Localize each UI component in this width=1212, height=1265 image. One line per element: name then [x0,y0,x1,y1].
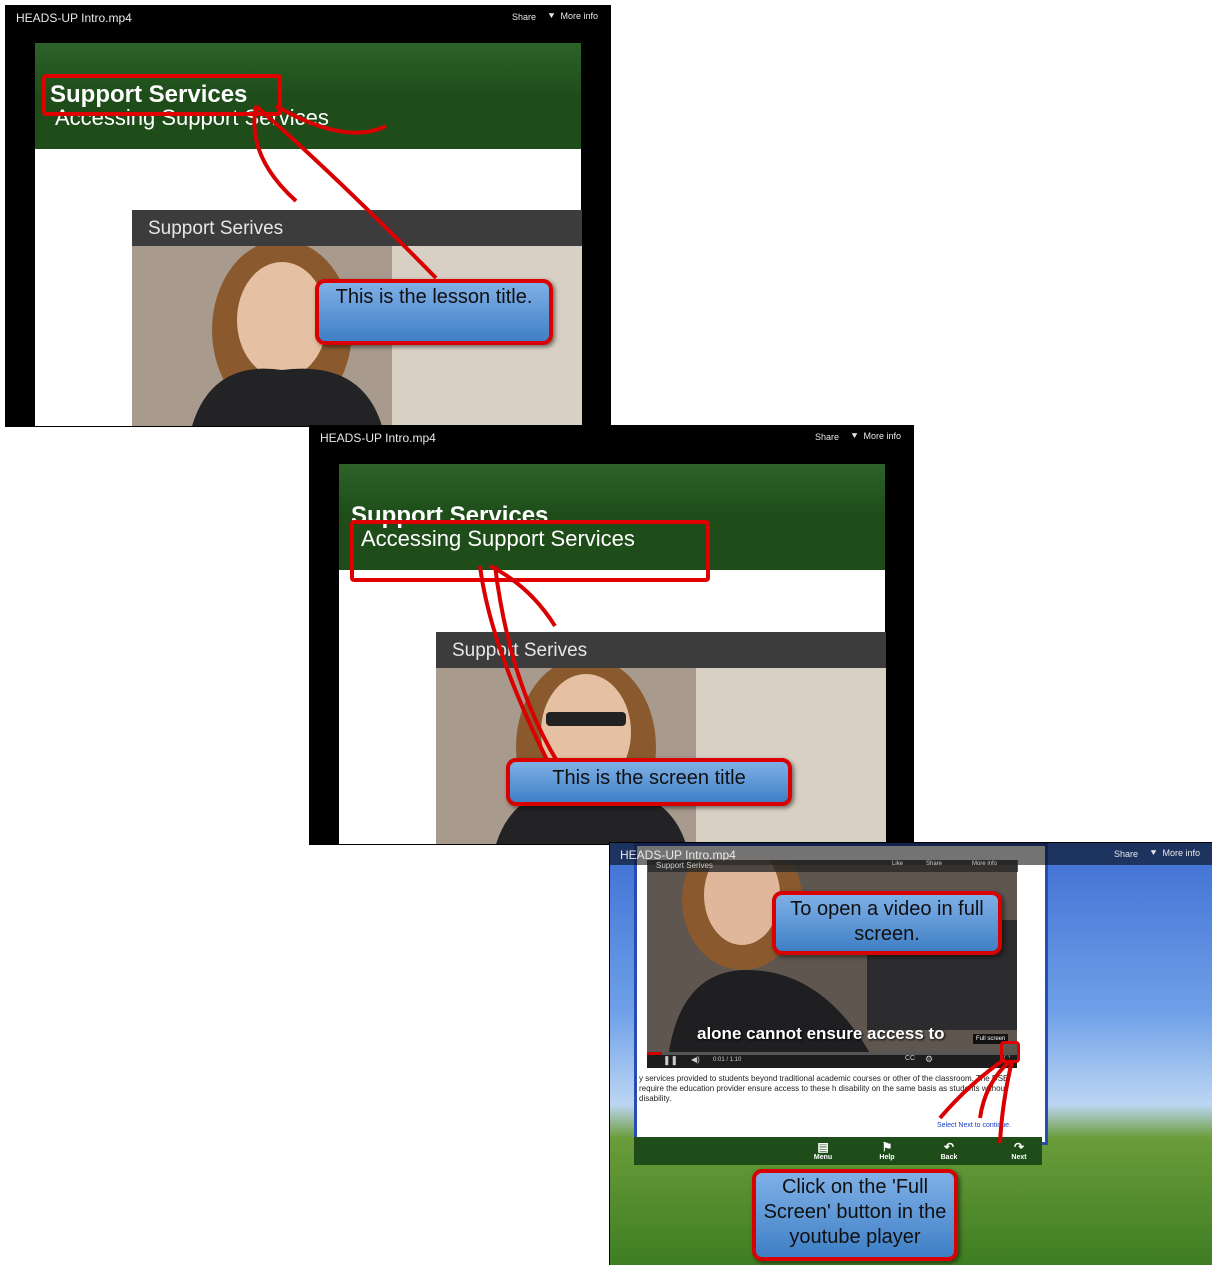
video-title-bar: Support Serives [436,632,886,668]
course-body-text: y services provided to students beyond t… [639,1074,1009,1103]
screenshot-screen-title: HEADS-UP Intro.mp4 Share ⯆ More info Supp… [310,426,913,844]
share-button[interactable]: Share [1114,849,1138,859]
video-file-title: HEADS-UP Intro.mp4 [320,431,436,445]
course-window: alone cannot ensure access to Full scree… [634,843,1048,1145]
youtube-controls: ❚❚ ◀) 0:01 / 1:10 CC ⚙ ⛶ [647,1052,1017,1068]
video-title: Support Serives [452,640,588,661]
video-file-title: HEADS-UP Intro.mp4 [16,11,132,25]
select-next-hint: Select Next to continue. [937,1122,1011,1129]
callout-screen-title: This is the screen title [506,758,792,806]
course-nav-bar: ▤ Menu ⚑ Help ↶ Back ↷ Next [634,1137,1042,1165]
video-title-bar: Support Serives [132,210,582,246]
next-arrow-icon: ↷ [1013,1140,1025,1154]
video-time: 0:01 / 1:10 [713,1057,742,1063]
highlight-lesson-title [42,74,282,116]
video-title: Support Serives [148,218,284,239]
highlight-fullscreen-button [1000,1041,1020,1063]
triangle-down-icon: ⯆ [547,11,556,22]
more-info-button[interactable]: ⯆ More info [850,431,901,442]
volume-icon[interactable]: ◀) [691,1055,700,1064]
like-button[interactable]: Like [892,861,903,867]
embedded-video[interactable]: Support Serives [436,632,886,844]
cc-icon[interactable]: CC [905,1055,915,1062]
video-subtitle: alone cannot ensure access to [697,1024,945,1043]
back-arrow-icon: ↶ [943,1140,955,1154]
gear-icon[interactable]: ⚙ [925,1054,933,1065]
callout-lesson-title: This is the lesson title. [315,279,553,345]
triangle-down-icon: ⯆ [850,431,859,442]
help-button[interactable]: ⚑ Help [872,1140,902,1162]
yt-share-button[interactable]: Share [926,861,942,867]
flag-icon: ⚑ [881,1140,893,1154]
triangle-down-icon: ⯆ [1149,848,1158,859]
pause-icon[interactable]: ❚❚ [663,1055,678,1066]
player-top-bar: HEADS-UP Intro.mp4 Share ⯆ More info [310,426,913,448]
youtube-overlay-bar: Support Serives Like Share More info [648,860,1018,872]
progress-bar[interactable] [647,1052,1017,1055]
yt-more-info-button[interactable]: More info [972,861,997,867]
callout-click-fullscreen: Click on the 'Full Screen' button in the… [752,1169,958,1261]
menu-button[interactable]: ▤ Menu [808,1140,838,1162]
screenshot-lesson-title: HEADS-UP Intro.mp4 Share ⯆ More info Acce… [6,6,610,426]
back-button[interactable]: ↶ Back [934,1140,964,1162]
more-info-button[interactable]: ⯆ More info [547,11,598,22]
menu-icon: ▤ [817,1140,829,1154]
screenshot-fullscreen: alone cannot ensure access to Full scree… [610,843,1212,1265]
share-button[interactable]: Share [815,432,839,442]
share-button[interactable]: Share [512,12,536,22]
more-info-button[interactable]: ⯆ More info [1149,848,1200,859]
more-info-label: More info [1162,848,1200,858]
highlight-screen-title [350,520,710,582]
callout-open-fullscreen: To open a video in full screen. [772,891,1002,955]
player-top-bar: HEADS-UP Intro.mp4 Share ⯆ More info [6,6,610,28]
more-info-label: More info [560,11,598,21]
youtube-video-title: Support Serives [656,861,713,870]
more-info-label: More info [863,431,901,441]
next-button[interactable]: ↷ Next [1004,1140,1034,1162]
